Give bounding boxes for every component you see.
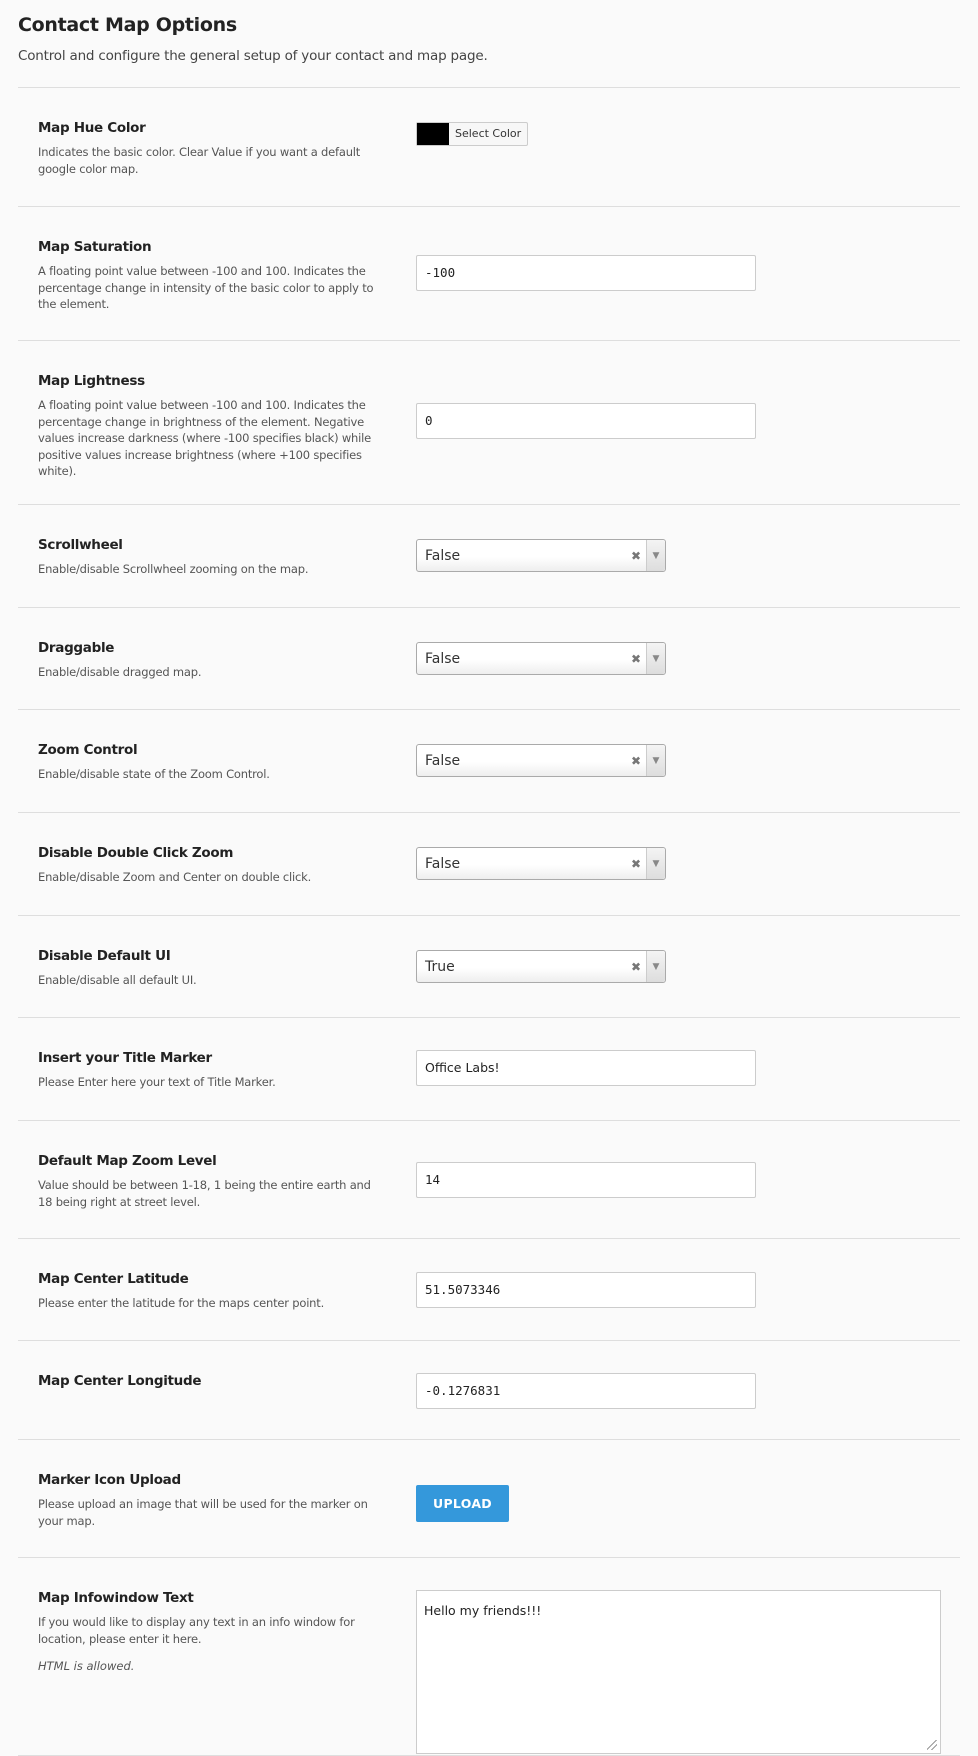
- field-label: Default Map Zoom Level: [38, 1153, 217, 1169]
- upload-button[interactable]: UPLOAD: [416, 1485, 509, 1522]
- field-description: Enable/disable all default UI.: [38, 973, 197, 987]
- chevron-down-icon[interactable]: ▼: [646, 951, 665, 982]
- chevron-down-icon[interactable]: ▼: [646, 540, 665, 571]
- clear-icon[interactable]: ✖: [626, 754, 646, 768]
- page-subtitle: Control and configure the general setup …: [18, 48, 488, 64]
- resize-handle-icon[interactable]: [927, 1740, 937, 1750]
- select-color-button[interactable]: Select Color: [416, 122, 529, 146]
- field-description: Enable/disable state of the Zoom Control…: [38, 767, 270, 781]
- textarea-value: Hello my friends!!!: [424, 1603, 542, 1618]
- field-label: Marker Icon Upload: [38, 1472, 181, 1488]
- select-value: True: [425, 958, 455, 975]
- field-label: Map Infowindow Text: [38, 1590, 194, 1606]
- field-description: If you would like to display any text in…: [38, 1615, 355, 1646]
- row-disable-double-click-zoom: Disable Double Click Zoom Enable/disable …: [18, 813, 960, 916]
- row-draggable: Draggable Enable/disable dragged map. Fal…: [18, 608, 960, 710]
- field-description: A floating point value between -100 and …: [38, 264, 374, 311]
- field-description: Enable/disable Zoom and Center on double…: [38, 870, 312, 884]
- field-label: Map Saturation: [38, 239, 152, 255]
- select-value: False: [425, 752, 461, 769]
- infowindow-textarea[interactable]: Hello my friends!!!: [416, 1590, 941, 1754]
- field-label: Disable Default UI: [38, 948, 171, 964]
- color-swatch: [417, 123, 449, 145]
- select-value: False: [425, 650, 461, 667]
- field-label: Map Center Latitude: [38, 1271, 189, 1287]
- field-description: Enable/disable dragged map.: [38, 665, 202, 679]
- field-label: Insert your Title Marker: [38, 1050, 212, 1066]
- clear-icon[interactable]: ✖: [626, 857, 646, 871]
- field-description: Value should be between 1-18, 1 being th…: [38, 1178, 371, 1209]
- chevron-down-icon[interactable]: ▼: [646, 848, 665, 879]
- title-marker-input[interactable]: Office Labs!: [416, 1050, 756, 1086]
- field-label: Disable Double Click Zoom: [38, 845, 234, 861]
- page-header: Contact Map Options Control and configur…: [18, 0, 960, 88]
- field-label: Map Lightness: [38, 373, 145, 389]
- html-allowed-note: HTML is allowed.: [38, 1659, 135, 1673]
- latitude-input[interactable]: 51.5073346: [416, 1272, 756, 1308]
- saturation-input[interactable]: -100: [416, 255, 756, 291]
- row-scrollwheel: Scrollwheel Enable/disable Scrollwheel zo…: [18, 505, 960, 608]
- select-value: False: [425, 547, 461, 564]
- field-description: Indicates the basic color. Clear Value i…: [38, 145, 361, 176]
- clear-icon[interactable]: ✖: [626, 549, 646, 563]
- row-map-hue-color: Map Hue Color Indicates the basic color. …: [18, 88, 960, 207]
- chevron-down-icon[interactable]: ▼: [646, 745, 665, 776]
- row-zoom-control: Zoom Control Enable/disable state of the …: [18, 710, 960, 813]
- row-map-infowindow-text: Map Infowindow Text If you would like to …: [18, 1558, 960, 1756]
- page-title: Contact Map Options: [18, 14, 237, 36]
- field-label: Map Hue Color: [38, 120, 146, 136]
- row-map-center-longitude: Map Center Longitude -0.1276831: [18, 1341, 960, 1440]
- field-label: Scrollwheel: [38, 537, 123, 553]
- row-map-lightness: Map Lightness A floating point value betw…: [18, 341, 960, 505]
- clear-icon[interactable]: ✖: [626, 652, 646, 666]
- select-value: False: [425, 855, 461, 872]
- zoom-level-input[interactable]: 14: [416, 1162, 756, 1198]
- clear-icon[interactable]: ✖: [626, 960, 646, 974]
- row-marker-icon-upload: Marker Icon Upload Please upload an image…: [18, 1440, 960, 1558]
- chevron-down-icon[interactable]: ▼: [646, 643, 665, 674]
- default-ui-select[interactable]: True ✖ ▼: [416, 950, 666, 983]
- field-label: Zoom Control: [38, 742, 138, 758]
- scrollwheel-select[interactable]: False ✖ ▼: [416, 539, 666, 572]
- field-label: Map Center Longitude: [38, 1373, 202, 1389]
- zoom-control-select[interactable]: False ✖ ▼: [416, 744, 666, 777]
- field-description: A floating point value between -100 and …: [38, 398, 372, 478]
- field-description: Enable/disable Scrollwheel zooming on th…: [38, 562, 309, 576]
- lightness-input[interactable]: 0: [416, 403, 756, 439]
- row-disable-default-ui: Disable Default UI Enable/disable all def…: [18, 916, 960, 1018]
- draggable-select[interactable]: False ✖ ▼: [416, 642, 666, 675]
- row-title-marker: Insert your Title Marker Please Enter her…: [18, 1018, 960, 1121]
- row-map-center-latitude: Map Center Latitude Please enter the lati…: [18, 1239, 960, 1341]
- row-default-zoom-level: Default Map Zoom Level Value should be be…: [18, 1121, 960, 1239]
- row-map-saturation: Map Saturation A floating point value bet…: [18, 207, 960, 341]
- field-description: Please enter the latitude for the maps c…: [38, 1296, 325, 1310]
- field-description: Please upload an image that will be used…: [38, 1497, 368, 1528]
- field-label: Draggable: [38, 640, 115, 656]
- field-description: Please Enter here your text of Title Mar…: [38, 1075, 276, 1089]
- select-color-label: Select Color: [455, 127, 522, 140]
- double-click-zoom-select[interactable]: False ✖ ▼: [416, 847, 666, 880]
- longitude-input[interactable]: -0.1276831: [416, 1373, 756, 1409]
